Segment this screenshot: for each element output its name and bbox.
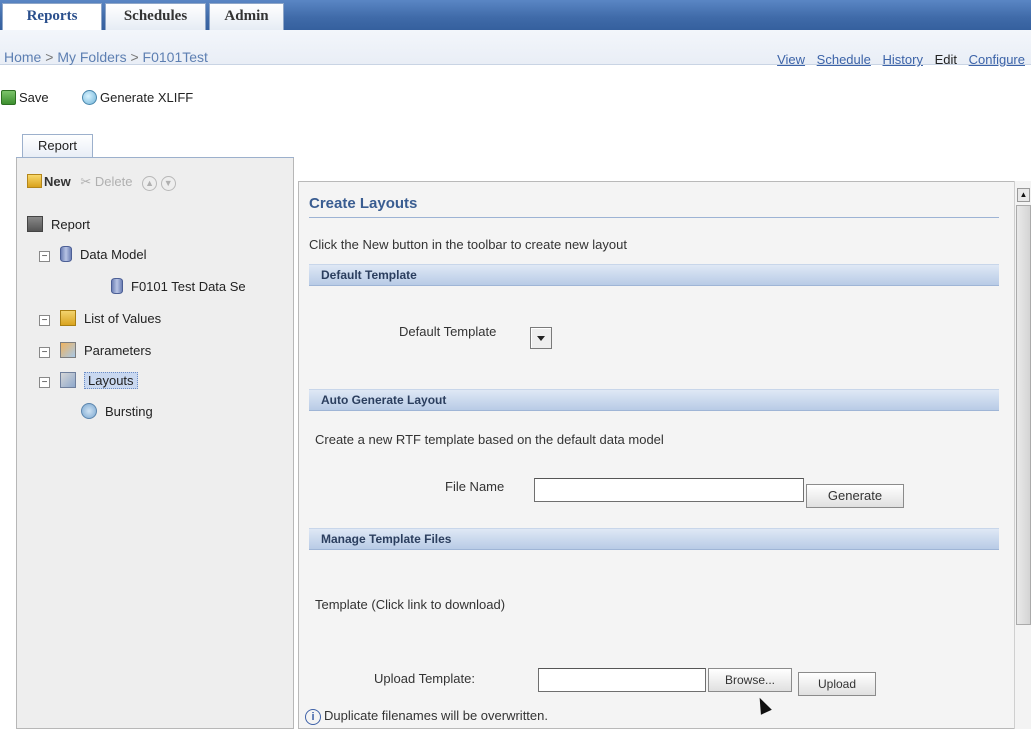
bursting-icon bbox=[81, 403, 97, 419]
title-divider bbox=[309, 217, 999, 218]
generate-xliff-label: Generate XLIFF bbox=[100, 90, 194, 105]
file-name-label: File Name bbox=[445, 479, 505, 494]
chevron-down-icon bbox=[537, 336, 545, 341]
new-icon bbox=[27, 174, 42, 188]
tree-label: Report bbox=[51, 217, 91, 232]
parameters-icon bbox=[60, 342, 76, 358]
generate-xliff-button[interactable]: Generate XLIFF bbox=[82, 88, 193, 110]
view-links: View Schedule History Edit Configure bbox=[769, 52, 1025, 67]
delete-icon: ✂ bbox=[80, 174, 92, 189]
scroll-up-icon[interactable]: ▲ bbox=[1017, 188, 1030, 202]
schedule-link[interactable]: Schedule bbox=[817, 52, 871, 67]
move-up-icon[interactable]: ▲ bbox=[142, 176, 158, 191]
page-title: Create Layouts bbox=[309, 195, 418, 212]
create-layouts-panel: Create Layouts Click the New button in t… bbox=[298, 181, 1014, 729]
list-of-values-icon bbox=[60, 310, 76, 326]
database-icon bbox=[60, 246, 72, 262]
breadcrumb-row: Home > My Folders > F0101Test View Sched… bbox=[0, 30, 1031, 67]
layouts-icon bbox=[60, 372, 76, 388]
intro-text: Click the New button in the toolbar to c… bbox=[309, 237, 627, 252]
tab-admin[interactable]: Admin bbox=[209, 3, 284, 30]
tab-schedules[interactable]: Schedules bbox=[105, 3, 206, 30]
breadcrumb-home[interactable]: Home bbox=[4, 49, 41, 65]
save-button[interactable]: Save bbox=[1, 88, 49, 110]
collapse-icon[interactable]: − bbox=[39, 251, 50, 262]
tab-report[interactable]: Report bbox=[22, 134, 93, 158]
delete-button[interactable]: ✂ Delete bbox=[80, 174, 132, 190]
collapse-icon[interactable]: − bbox=[39, 315, 50, 326]
tree-label: List of Values bbox=[84, 311, 162, 326]
generate-xliff-icon bbox=[82, 90, 97, 105]
section-default-template: Default Template bbox=[309, 264, 999, 286]
vertical-scrollbar[interactable]: ▲ bbox=[1014, 181, 1031, 729]
history-link[interactable]: History bbox=[883, 52, 923, 67]
tree-item-data-model[interactable]: − Data Model bbox=[39, 244, 146, 266]
upload-template-input[interactable] bbox=[538, 668, 706, 692]
tree-label: F0101 Test Data Se bbox=[131, 279, 246, 294]
section-auto-generate-layout: Auto Generate Layout bbox=[309, 389, 999, 411]
tree-item-list-of-values[interactable]: − List of Values bbox=[39, 308, 161, 330]
configure-link[interactable]: Configure bbox=[969, 52, 1025, 67]
collapse-icon[interactable]: − bbox=[39, 377, 50, 388]
breadcrumb: Home > My Folders > F0101Test bbox=[4, 49, 208, 65]
move-down-icon[interactable]: ▼ bbox=[160, 176, 176, 191]
tree-label: Data Model bbox=[80, 247, 147, 262]
tree-item-parameters[interactable]: − Parameters bbox=[39, 340, 151, 362]
save-label: Save bbox=[19, 90, 49, 105]
scrollbar-thumb[interactable] bbox=[1016, 205, 1031, 625]
generate-button[interactable]: Generate bbox=[806, 484, 904, 508]
tree-item-data-set[interactable]: F0101 Test Data Se bbox=[111, 276, 246, 298]
breadcrumb-separator: > bbox=[45, 49, 54, 65]
info-icon: i bbox=[305, 709, 321, 725]
top-navigation-bar: Reports Schedules Admin bbox=[0, 0, 1031, 30]
new-button[interactable]: New bbox=[27, 174, 71, 189]
tree-label: Bursting bbox=[105, 404, 153, 419]
tree-label: Parameters bbox=[84, 343, 152, 358]
edit-label: Edit bbox=[934, 52, 957, 67]
upload-button[interactable]: Upload bbox=[798, 672, 876, 696]
browse-button[interactable]: Browse... bbox=[708, 668, 792, 692]
duplicate-note: i Duplicate filenames will be overwritten… bbox=[305, 708, 548, 725]
default-template-select[interactable] bbox=[530, 327, 552, 349]
new-label: New bbox=[44, 174, 71, 189]
section-manage-template-files: Manage Template Files bbox=[309, 528, 999, 550]
tree-label: Layouts bbox=[84, 372, 138, 389]
tree-item-layouts[interactable]: − Layouts bbox=[39, 370, 138, 392]
delete-label: Delete bbox=[94, 174, 133, 189]
breadcrumb-separator: > bbox=[130, 49, 139, 65]
save-icon bbox=[1, 90, 16, 105]
duplicate-note-text: Duplicate filenames will be overwritten. bbox=[324, 708, 548, 723]
view-link[interactable]: View bbox=[777, 52, 805, 67]
tree-toolbar: New ✂ Delete ▲ ▼ bbox=[27, 174, 176, 196]
breadcrumb-my-folders[interactable]: My Folders bbox=[57, 49, 126, 65]
tree-item-bursting[interactable]: Bursting bbox=[81, 401, 153, 423]
tab-reports[interactable]: Reports bbox=[2, 3, 102, 30]
upload-template-label: Upload Template: bbox=[374, 671, 475, 686]
default-template-label: Default Template bbox=[399, 324, 497, 339]
tree-item-report[interactable]: Report bbox=[27, 214, 90, 236]
collapse-icon[interactable]: − bbox=[39, 347, 50, 358]
file-name-input[interactable] bbox=[534, 478, 804, 502]
report-icon bbox=[27, 216, 43, 232]
template-download-hint: Template (Click link to download) bbox=[315, 597, 506, 612]
breadcrumb-current: F0101Test bbox=[142, 49, 208, 65]
database-icon bbox=[111, 278, 123, 294]
auto-generate-description: Create a new RTF template based on the d… bbox=[315, 432, 664, 447]
report-tree-panel: New ✂ Delete ▲ ▼ Report − Data Model F010… bbox=[16, 158, 294, 729]
